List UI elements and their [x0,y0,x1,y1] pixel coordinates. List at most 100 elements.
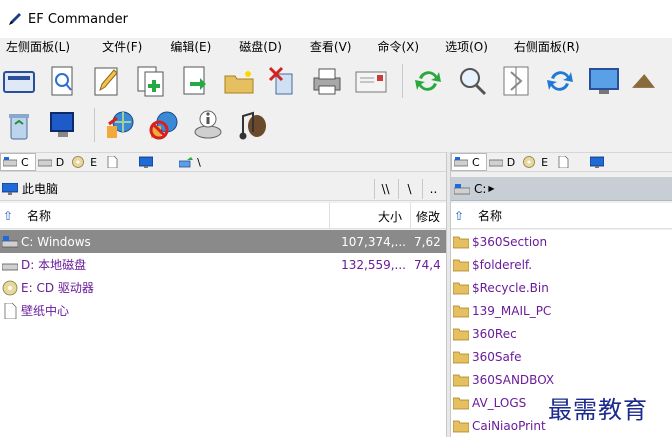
right-path-bar: C: ▶ [451,177,672,201]
left-path-bar: 此电脑 \\ \ .. [0,177,446,201]
column-separator[interactable] [329,203,330,229]
main-toolbar [0,60,672,102]
file-icon [558,156,569,168]
hard-drive-icon [2,257,18,273]
left-drive-monitor[interactable] [137,153,163,171]
left-drive-d[interactable]: D [36,153,70,171]
watermark-text: 最需教育 [548,390,648,425]
list-item[interactable]: E: CD 驱动器 [0,276,446,299]
cd-drive-icon [72,156,85,168]
parent-button[interactable]: .. [422,179,444,199]
menu-disk[interactable]: 磁盘(D) [233,38,288,57]
compare-icon[interactable] [497,62,535,100]
network-connect-icon[interactable] [101,106,139,144]
column-modified[interactable]: 修改 [416,208,440,225]
network-drive-icon [179,157,194,168]
list-item[interactable]: $Recycle.Bin [451,276,672,299]
right-drive-monitor[interactable] [588,153,614,171]
root-button[interactable]: \ [398,179,420,199]
menu-options[interactable]: 选项(O) [439,38,494,57]
sort-up-icon[interactable]: ⇧ [454,209,468,223]
left-column-header: ⇧ 名称 大小 修改 [0,203,446,229]
right-drive-file[interactable] [554,153,580,171]
disk-info-icon[interactable] [189,106,227,144]
right-column-header: ⇧ 名称 [451,203,672,229]
list-item[interactable]: 壁纸中心 [0,299,446,322]
network-root-button[interactable]: \\ [374,179,396,199]
print-icon[interactable] [308,62,346,100]
cd-drive-icon [523,156,536,168]
list-item[interactable]: 360Rec [451,322,672,345]
right-drive-bar: C D E [451,152,672,172]
recycle-bin-icon[interactable] [0,106,38,144]
list-item[interactable]: 139_MAIL_PC [451,299,672,322]
new-folder-icon[interactable] [220,62,258,100]
app-pen-icon [6,10,24,28]
folder-icon [453,234,469,250]
left-drive-network[interactable]: \ [177,153,207,171]
left-drive-e[interactable]: E [70,153,103,171]
window-title: EF Commander [28,11,128,27]
drive-window-icon[interactable] [0,62,38,100]
network-disconnect-icon[interactable] [145,106,183,144]
column-name[interactable]: 名称 [478,207,502,224]
search-icon[interactable] [453,62,491,100]
folder-icon [453,395,469,411]
folder-icon [453,418,469,434]
menu-file[interactable]: 文件(F) [96,38,148,57]
list-item[interactable]: 360Safe [451,345,672,368]
path-arrow-icon[interactable]: ▶ [488,184,494,193]
sync-icon[interactable] [541,62,579,100]
find-icon[interactable] [44,62,82,100]
right-drive-d[interactable]: D [487,153,521,171]
left-drive-bar: C D E \ [0,152,446,172]
monitor-icon [590,156,605,168]
computer-icon[interactable] [44,106,82,144]
up-icon[interactable] [629,62,655,100]
secondary-toolbar [0,104,672,146]
hard-drive-icon [454,183,470,194]
mail-icon[interactable] [352,62,390,100]
right-drive-c[interactable]: C [451,153,487,171]
left-drive-c[interactable]: C [0,153,36,171]
menu-right-panel[interactable]: 右侧面板(R) [508,38,586,57]
list-item[interactable]: C: Windows 107,374,... 7,62 [0,230,446,253]
delete-icon[interactable] [264,62,302,100]
right-path-text[interactable]: C: [474,182,486,196]
menu-left-panel[interactable]: 左侧面板(L) [0,38,76,57]
folder-icon [453,303,469,319]
folder-icon [453,280,469,296]
menu-view[interactable]: 查看(V) [304,38,358,57]
monitor-icon[interactable] [585,62,623,100]
list-item[interactable]: D: 本地磁盘 132,559,... 74,4 [0,253,446,276]
menu-edit[interactable]: 编辑(E) [164,38,217,57]
hard-drive-icon [488,159,503,167]
toolbar-separator [94,108,95,142]
column-name[interactable]: 名称 [27,207,51,224]
refresh-icon[interactable] [409,62,447,100]
edit-pencil-icon[interactable] [88,62,126,100]
menu-bar: 左侧面板(L) 文件(F) 编辑(E) 磁盘(D) 查看(V) 命令(X) 选项… [0,38,672,57]
folder-icon [453,326,469,342]
folder-icon [453,349,469,365]
move-document-icon[interactable] [176,62,214,100]
file-icon [107,156,118,168]
menu-command[interactable]: 命令(X) [371,38,425,57]
left-drive-file[interactable] [103,153,129,171]
list-item[interactable]: $folderelf. [451,253,672,276]
copy-document-icon[interactable] [132,62,170,100]
left-file-list[interactable]: C: Windows 107,374,... 7,62 D: 本地磁盘 132,… [0,230,446,437]
column-size[interactable]: 大小 [378,208,402,225]
right-drive-e[interactable]: E [521,153,554,171]
cd-drive-icon [2,280,18,296]
music-icon[interactable] [233,106,271,144]
title-bar: EF Commander [0,0,672,38]
folder-icon [453,257,469,273]
hard-drive-icon [37,159,52,167]
list-item[interactable]: $360Section [451,230,672,253]
list-item[interactable]: 360SANDBOX [451,368,672,391]
sort-up-icon[interactable]: ⇧ [3,209,17,223]
column-separator[interactable] [410,203,411,229]
hard-drive-icon [454,157,468,167]
left-path-text[interactable]: 此电脑 [22,180,58,197]
